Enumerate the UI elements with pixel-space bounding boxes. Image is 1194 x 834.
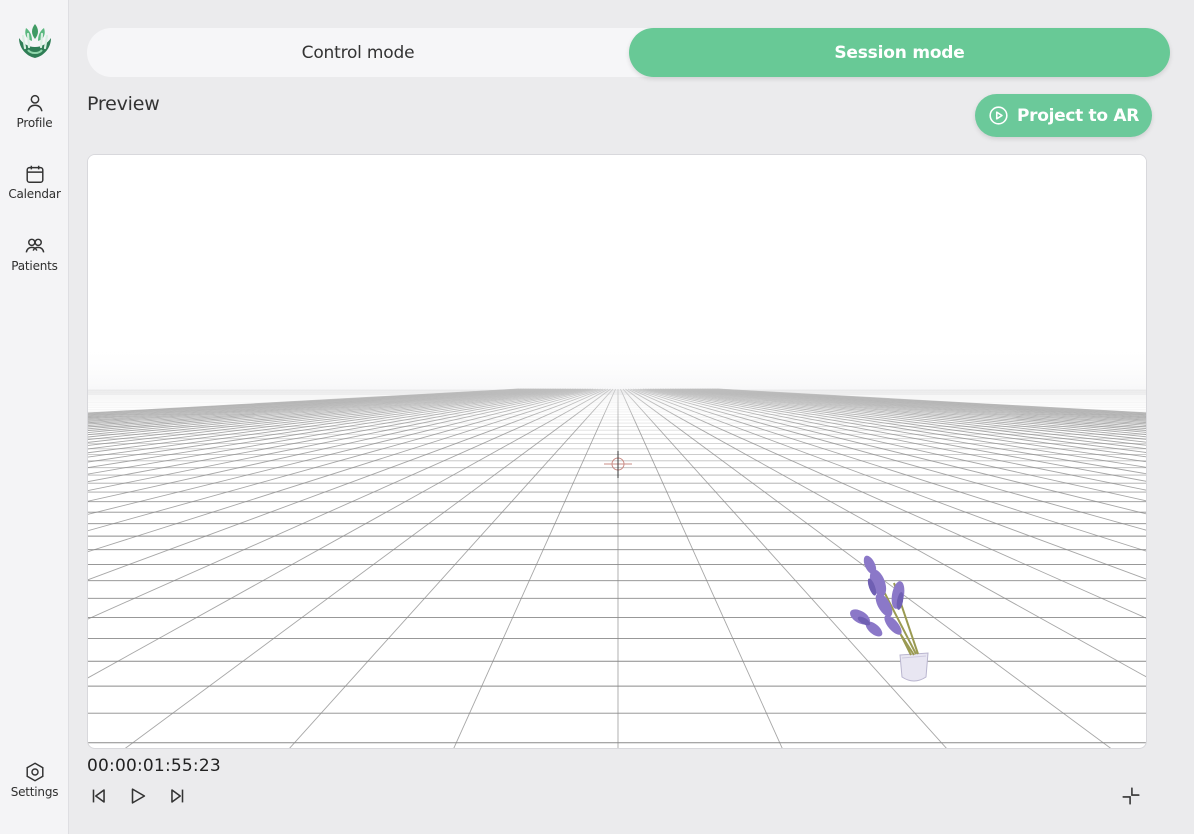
skip-forward-icon — [171, 789, 184, 803]
project-to-ar-button[interactable]: Project to AR — [975, 94, 1152, 137]
minimize-button[interactable] — [1120, 785, 1142, 807]
sidebar-item-profile[interactable]: Profile — [0, 92, 69, 148]
hexagon-gear-icon — [25, 762, 44, 782]
sidebar-item-patients[interactable]: Patients — [0, 235, 69, 291]
mode-toggle: Control mode Session mode — [87, 28, 1170, 77]
skip-forward-button[interactable] — [166, 785, 188, 807]
project-to-ar-label: Project to AR — [1016, 105, 1140, 126]
minimize-icon — [1122, 787, 1140, 805]
scene-canvas — [88, 155, 1146, 748]
play-icon — [131, 788, 146, 804]
sidebar-item-calendar[interactable]: Calendar — [0, 163, 69, 219]
hands-leaf-logo-icon — [19, 24, 51, 58]
skip-back-button[interactable] — [88, 785, 110, 807]
play-button[interactable] — [127, 785, 149, 807]
ar-preview-viewport[interactable] — [87, 154, 1147, 749]
timecode: 00:00:01:55:23 — [87, 756, 221, 776]
play-circle-icon — [989, 106, 1008, 125]
skip-back-icon — [92, 789, 105, 803]
sidebar-item-label: Settings — [10, 785, 59, 799]
user-icon — [26, 94, 43, 112]
sidebar: Profile Calendar Patients Settings — [0, 0, 69, 834]
control-mode-button[interactable]: Control mode — [87, 28, 629, 77]
session-mode-button[interactable]: Session mode — [629, 28, 1170, 77]
crosshair-icon — [604, 451, 632, 478]
sidebar-item-settings[interactable]: Settings — [0, 761, 69, 817]
sidebar-item-label: Patients — [11, 259, 58, 273]
preview-title: Preview — [87, 93, 160, 115]
app-logo[interactable] — [14, 20, 56, 62]
calendar-icon — [25, 165, 44, 183]
users-icon — [25, 238, 44, 253]
sidebar-item-label: Calendar — [8, 187, 61, 201]
floor-grid — [88, 388, 1146, 748]
sidebar-item-label: Profile — [16, 116, 53, 130]
